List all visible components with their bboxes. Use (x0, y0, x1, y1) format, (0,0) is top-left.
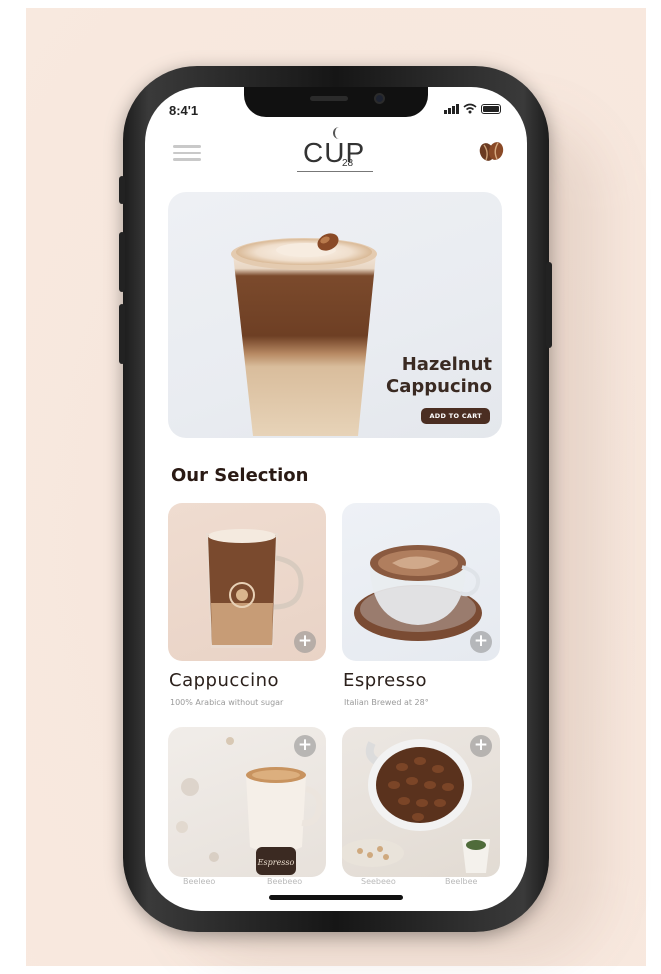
bottom-nav-item-2[interactable]: Beebeeo (267, 877, 302, 886)
mute-switch (119, 176, 125, 204)
product-card-latte[interactable]: Espresso + (168, 727, 326, 877)
logo-underline (297, 171, 373, 172)
menu-icon[interactable] (173, 141, 201, 163)
coffee-bean-icon[interactable] (477, 139, 505, 163)
add-espresso-button[interactable]: + (470, 631, 492, 653)
product-card-cappuccino[interactable]: + (168, 503, 326, 661)
bottom-nav-item-1[interactable]: Beeleeo (183, 877, 215, 886)
notch (244, 87, 428, 117)
add-latte-button[interactable]: + (294, 735, 316, 757)
logo-number: 28 (342, 158, 354, 169)
featured-product-title: Hazelnut Cappucino (386, 354, 492, 398)
featured-title-line-1: Hazelnut (401, 354, 492, 375)
product-name-espresso: Espresso (343, 670, 428, 691)
logo-text: CUP (303, 137, 366, 168)
section-title: Our Selection (171, 465, 309, 486)
bottom-nav: Beeleeo Beebeeo Seebeeo Beelbee (145, 877, 527, 891)
power-button (546, 262, 552, 348)
signal-icon (444, 103, 459, 114)
bottom-nav-item-4[interactable]: Beelbee (445, 877, 477, 886)
product-desc-espresso: Italian Brewed at 28° (344, 698, 429, 707)
battery-icon (481, 103, 501, 114)
cup-label: Espresso (257, 858, 295, 867)
featured-title-line-2: Cappucino (386, 376, 492, 397)
speaker-grille (310, 96, 348, 101)
bottom-nav-item-3[interactable]: Seebeeo (361, 877, 396, 886)
camera-icon (374, 93, 385, 104)
wifi-icon (463, 103, 477, 114)
add-to-cart-button[interactable]: ADD TO CART (421, 408, 490, 424)
add-cappuccino-button[interactable]: + (294, 631, 316, 653)
volume-up-button (119, 232, 125, 292)
hazelnut-cappuccino-image (231, 233, 377, 436)
volume-down-button (119, 304, 125, 364)
status-icons (444, 103, 501, 114)
add-coffee-beans-button[interactable]: + (470, 735, 492, 757)
app-logo: CUP 28 (295, 127, 377, 173)
featured-banner[interactable]: Hazelnut Cappucino ADD TO CART (168, 192, 502, 438)
product-desc-cappuccino: 100% Arabica without sugar (170, 698, 284, 707)
product-card-coffee-beans[interactable]: + (342, 727, 500, 877)
status-time: 8:4'1 (169, 103, 199, 118)
home-indicator[interactable] (269, 895, 403, 900)
product-name-cappuccino: Cappuccino (169, 670, 280, 691)
product-card-espresso[interactable]: + (342, 503, 500, 661)
app-screen: 8:4'1 CUP 28 Hazelnut Cappucino ADD TO C… (145, 87, 527, 911)
